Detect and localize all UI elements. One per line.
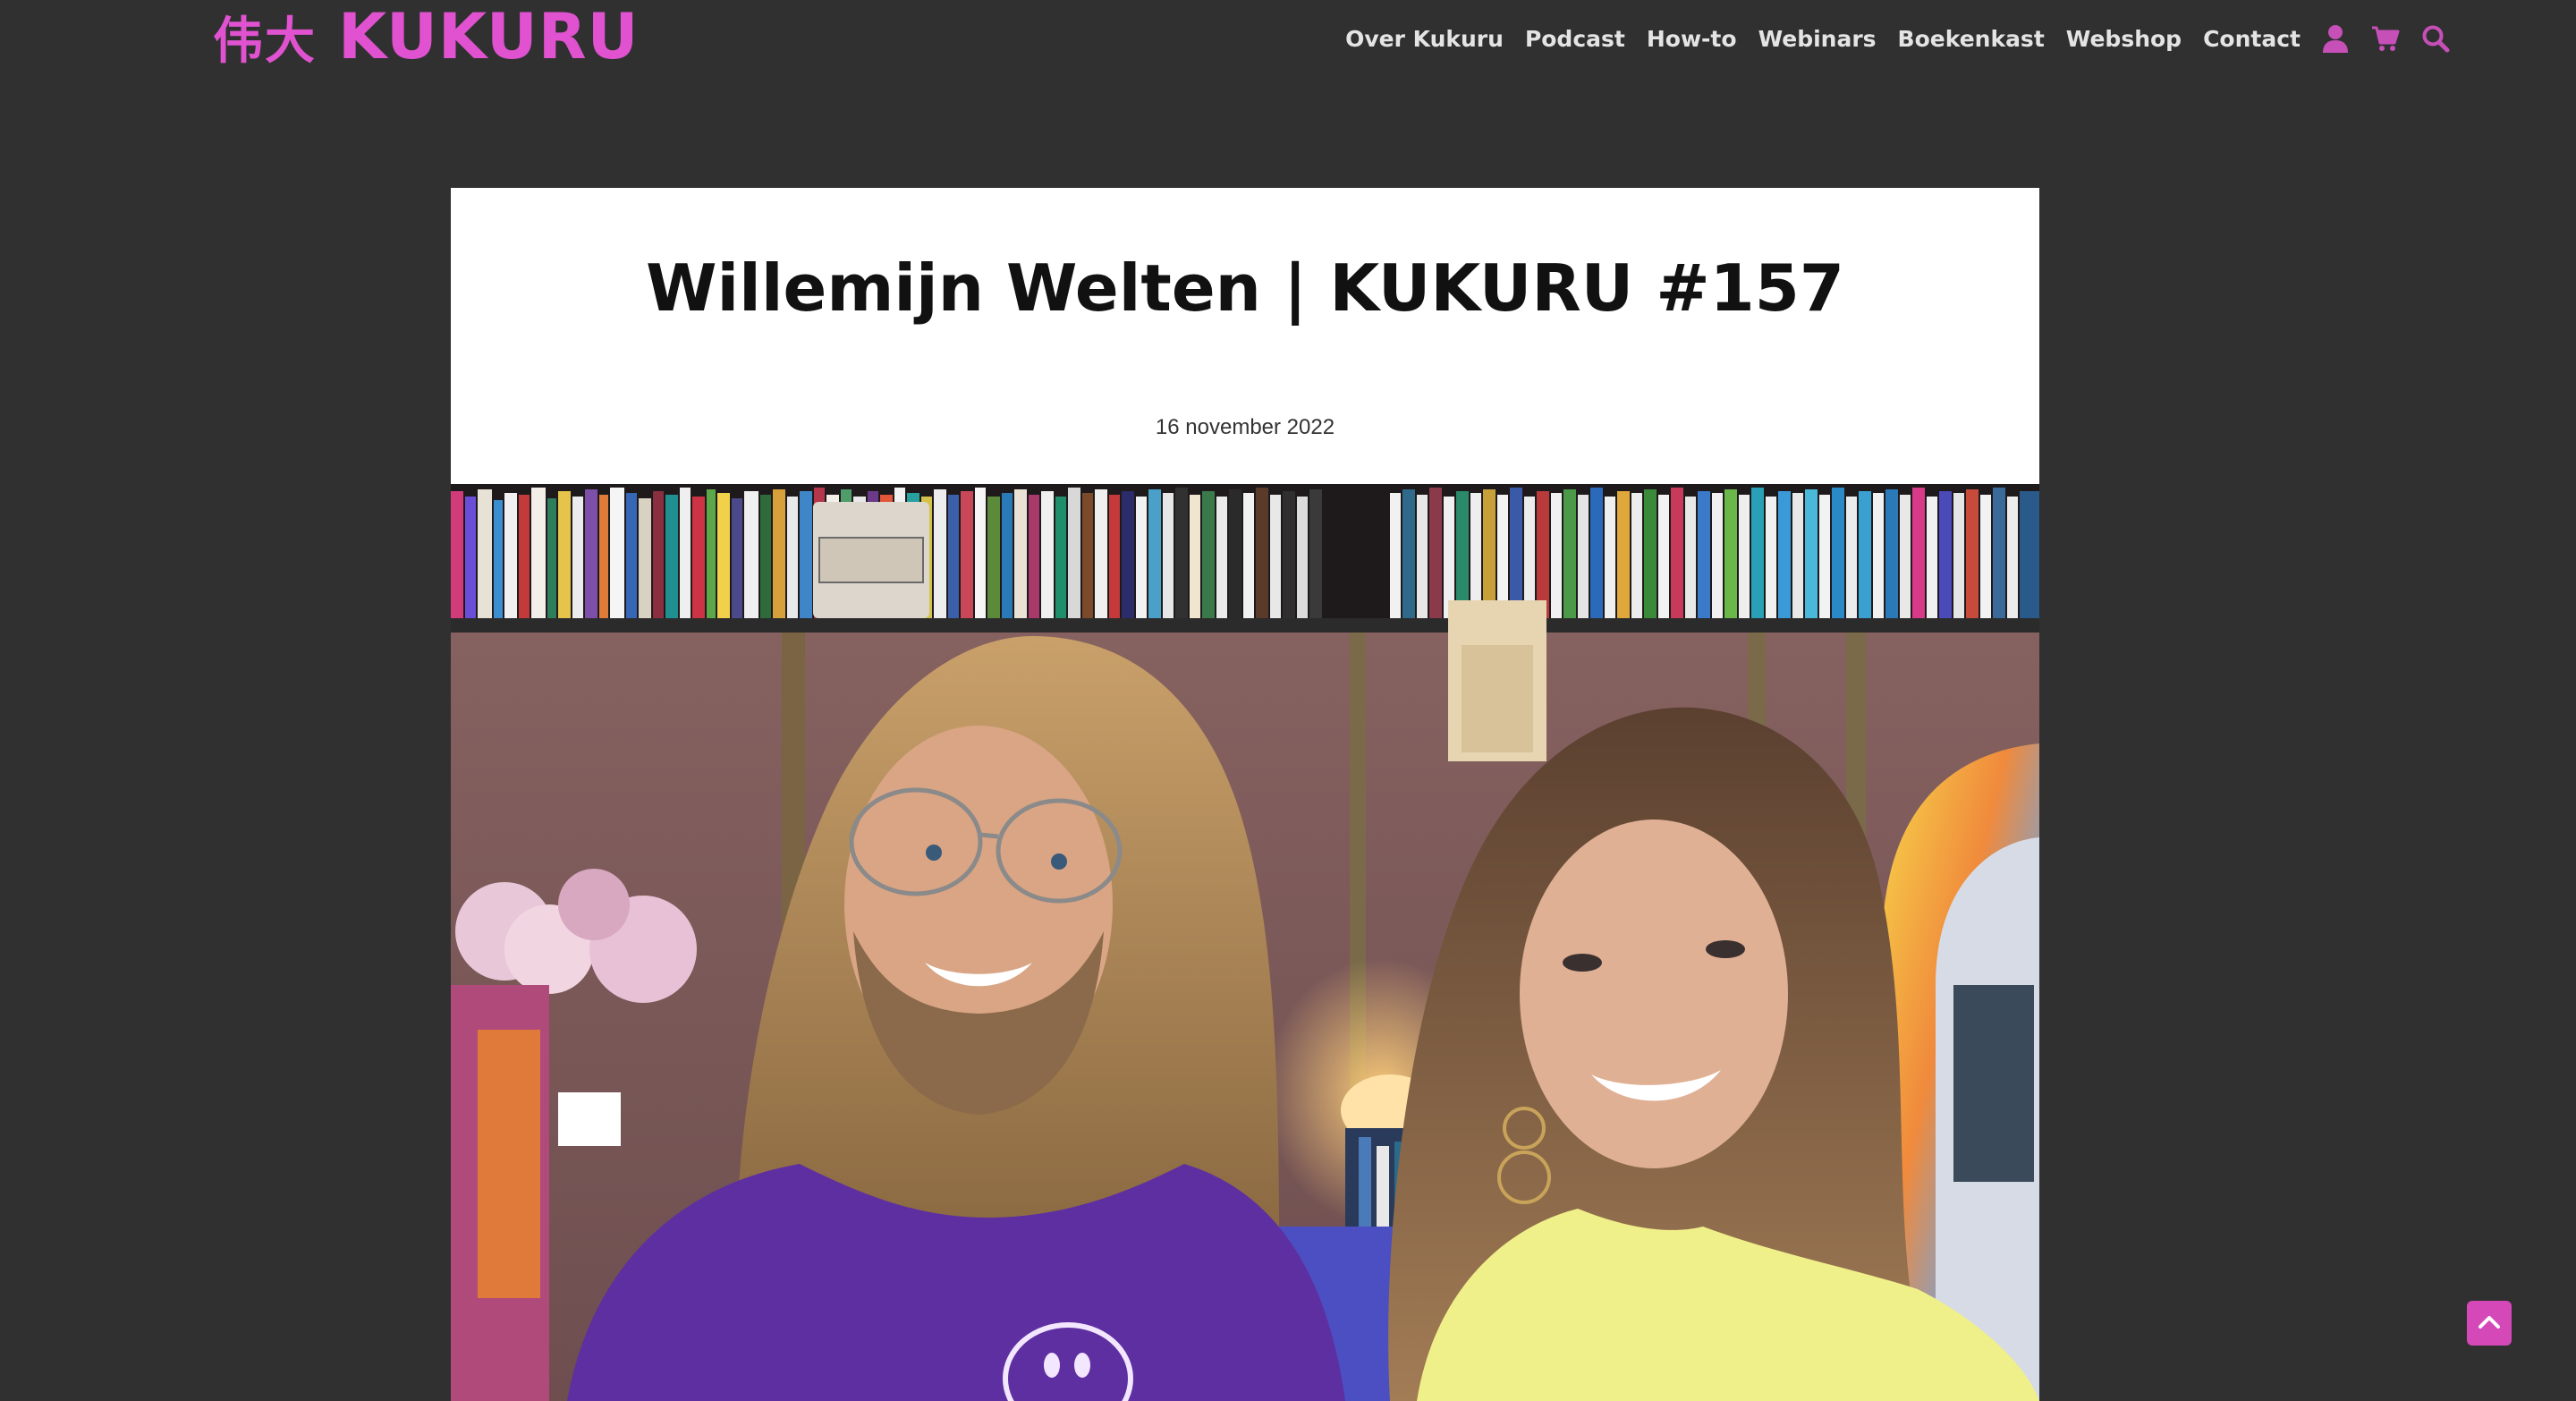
- article-header-card: Willemijn Welten | KUKURU #157 16 novemb…: [451, 188, 2039, 484]
- site-logo[interactable]: 伟大 KUKURU: [213, 0, 640, 73]
- logo-wordmark: KUKURU: [338, 0, 640, 73]
- site-header: 伟大 KUKURU Over Kukuru Podcast How-to Web…: [0, 0, 2576, 81]
- nav-item-webshop[interactable]: Webshop: [2066, 26, 2182, 52]
- article-hero-image: [451, 484, 2039, 1401]
- search-icon[interactable]: [2420, 23, 2451, 54]
- user-icon[interactable]: [2320, 23, 2351, 54]
- cart-icon[interactable]: [2370, 23, 2401, 54]
- chevron-up-icon: [2478, 1313, 2501, 1333]
- logo-cjk-text: 伟大: [213, 12, 317, 71]
- nav-item-over-kukuru[interactable]: Over Kukuru: [1345, 26, 1504, 52]
- nav-item-podcast[interactable]: Podcast: [1525, 26, 1625, 52]
- back-to-top-button[interactable]: [2467, 1301, 2512, 1346]
- nav-item-how-to[interactable]: How-to: [1647, 26, 1737, 52]
- nav-item-boekenkast[interactable]: Boekenkast: [1898, 26, 2045, 52]
- article-date: 16 november 2022: [1155, 415, 1335, 439]
- nav-item-webinars[interactable]: Webinars: [1758, 26, 1877, 52]
- nav-item-contact[interactable]: Contact: [2203, 26, 2301, 52]
- article-title: Willemijn Welten | KUKURU #157: [646, 250, 1844, 326]
- main-navigation: Over Kukuru Podcast How-to Webinars Boek…: [1324, 16, 2451, 61]
